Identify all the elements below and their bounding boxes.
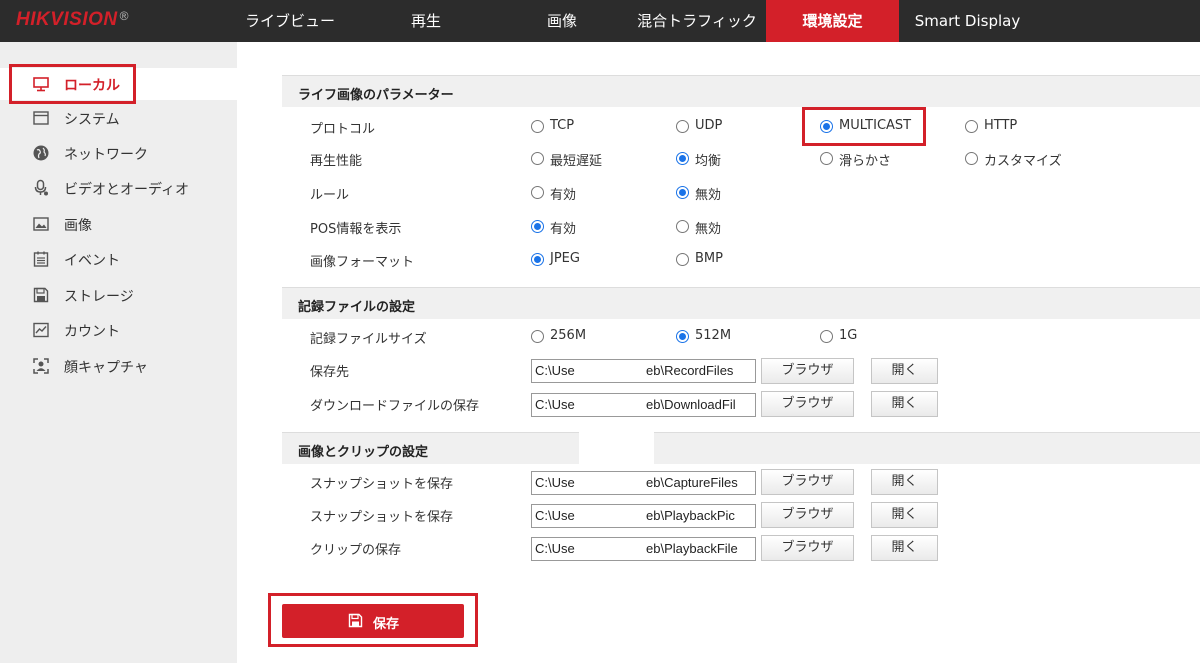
playback-snapshot-save-label: スナップショットを保存 bbox=[310, 510, 454, 525]
clip-save-path-input[interactable]: C:\Use eb\PlaybackFile bbox=[531, 537, 756, 561]
tab-playback[interactable]: 再生 bbox=[378, 0, 474, 42]
sidebar-item-label: 顔キャプチャ bbox=[64, 360, 148, 376]
snapshot-browse-button[interactable]: ブラウザ bbox=[761, 469, 854, 495]
playback-snapshot-open-button[interactable]: 開く bbox=[871, 502, 938, 528]
image-icon bbox=[32, 215, 50, 233]
sidebar-item-label: カウント bbox=[64, 324, 120, 340]
tab-live-view[interactable]: ライブビュー bbox=[228, 0, 352, 42]
sidebar-item-event[interactable]: イベント bbox=[0, 243, 237, 275]
sidebar-item-label: ローカル bbox=[64, 78, 120, 94]
download-browse-button[interactable]: ブラウザ bbox=[761, 391, 854, 417]
globe-icon bbox=[32, 144, 50, 162]
logo-text: HIKVISION bbox=[16, 9, 118, 30]
sidebar-item-storage[interactable]: ストレージ bbox=[0, 279, 237, 311]
tab-smart-display[interactable]: Smart Display bbox=[905, 0, 1030, 42]
microphone-icon bbox=[32, 179, 50, 197]
sidebar-item-label: ビデオとオーディオ bbox=[64, 182, 190, 198]
clip-browse-button[interactable]: ブラウザ bbox=[761, 535, 854, 561]
sidebar-item-label: イベント bbox=[64, 253, 120, 269]
redaction-patch bbox=[579, 428, 654, 472]
floppy-icon bbox=[32, 286, 50, 304]
protocol-label: プロトコル bbox=[310, 122, 376, 137]
pos-display-label: POS情報を表示 bbox=[310, 222, 402, 237]
record-save-path-input[interactable]: C:\Use eb\RecordFiles bbox=[531, 359, 756, 383]
save-path-label: 保存先 bbox=[310, 365, 350, 380]
sidebar-item-label: システム bbox=[64, 112, 120, 128]
section-title-text: 画像とクリップの設定 bbox=[298, 445, 429, 460]
download-open-button[interactable]: 開く bbox=[871, 391, 938, 417]
tab-picture[interactable]: 画像 bbox=[514, 0, 610, 42]
snapshot-save-label: スナップショットを保存 bbox=[310, 477, 454, 492]
sidebar: ローカル システム ネットワーク ビデオとオーディオ 画像 イベント ストレージ… bbox=[0, 42, 237, 663]
record-open-button[interactable]: 開く bbox=[871, 358, 938, 384]
sidebar-item-video-audio[interactable]: ビデオとオーディオ bbox=[0, 172, 237, 204]
sidebar-item-face-capture[interactable]: 顔キャプチャ bbox=[0, 350, 237, 382]
face-capture-icon bbox=[32, 357, 50, 375]
playback-snapshot-path-input[interactable]: C:\Use eb\PlaybackPic bbox=[531, 504, 756, 528]
save-button-label: 保存 bbox=[373, 617, 400, 632]
tab-mixed-traffic[interactable]: 混合トラフィック bbox=[628, 0, 766, 42]
live-parameters-section-title: ライフ画像のパラメーター bbox=[282, 75, 1200, 107]
play-performance-label: 再生性能 bbox=[310, 154, 363, 169]
image-format-label: 画像フォーマット bbox=[310, 255, 415, 270]
top-navigation-bar: HIKVISION ® ライブビュー 再生 画像 混合トラフィック 環境設定 Sm… bbox=[0, 0, 1200, 42]
download-save-path-input[interactable]: C:\Use eb\DownloadFil bbox=[531, 393, 756, 417]
sidebar-item-system[interactable]: システム bbox=[0, 102, 237, 134]
sidebar-item-local[interactable]: ローカル bbox=[0, 68, 237, 100]
snapshot-save-path-input[interactable]: C:\Use eb\CaptureFiles bbox=[531, 471, 756, 495]
record-browse-button[interactable]: ブラウザ bbox=[761, 358, 854, 384]
system-icon bbox=[32, 109, 50, 127]
snapshot-open-button[interactable]: 開く bbox=[871, 469, 938, 495]
clip-save-label: クリップの保存 bbox=[310, 543, 402, 558]
clip-open-button[interactable]: 開く bbox=[871, 535, 938, 561]
rule-label: ルール bbox=[310, 188, 350, 203]
download-save-label: ダウンロードファイルの保存 bbox=[310, 399, 480, 414]
sidebar-item-image[interactable]: 画像 bbox=[0, 208, 237, 240]
section-title-text: 記録ファイルの設定 bbox=[298, 300, 416, 315]
sidebar-item-label: ネットワーク bbox=[64, 147, 148, 163]
monitor-icon bbox=[32, 75, 50, 93]
calendar-icon bbox=[32, 250, 50, 268]
playback-snapshot-browse-button[interactable]: ブラウザ bbox=[761, 502, 854, 528]
floppy-icon bbox=[348, 613, 363, 628]
sidebar-item-label: 画像 bbox=[64, 218, 92, 234]
save-button[interactable]: 保存 bbox=[282, 604, 464, 638]
chart-icon bbox=[32, 321, 50, 339]
record-file-size-label: 記録ファイルサイズ bbox=[310, 332, 427, 347]
sidebar-item-label: ストレージ bbox=[64, 289, 134, 305]
sidebar-item-count[interactable]: カウント bbox=[0, 314, 237, 346]
hikvision-logo: HIKVISION ® bbox=[16, 9, 129, 31]
record-file-section-title: 記録ファイルの設定 bbox=[282, 287, 1200, 319]
registered-mark: ® bbox=[119, 9, 129, 23]
tab-configuration[interactable]: 環境設定 bbox=[766, 0, 899, 42]
sidebar-item-network[interactable]: ネットワーク bbox=[0, 137, 237, 169]
section-title-text: ライフ画像のパラメーター bbox=[298, 88, 454, 103]
main-panel: ライフ画像のパラメーター プロトコル TCP UDP MULTICAST HTT… bbox=[237, 42, 1200, 663]
clip-section-title: 画像とクリップの設定 bbox=[282, 432, 1200, 464]
